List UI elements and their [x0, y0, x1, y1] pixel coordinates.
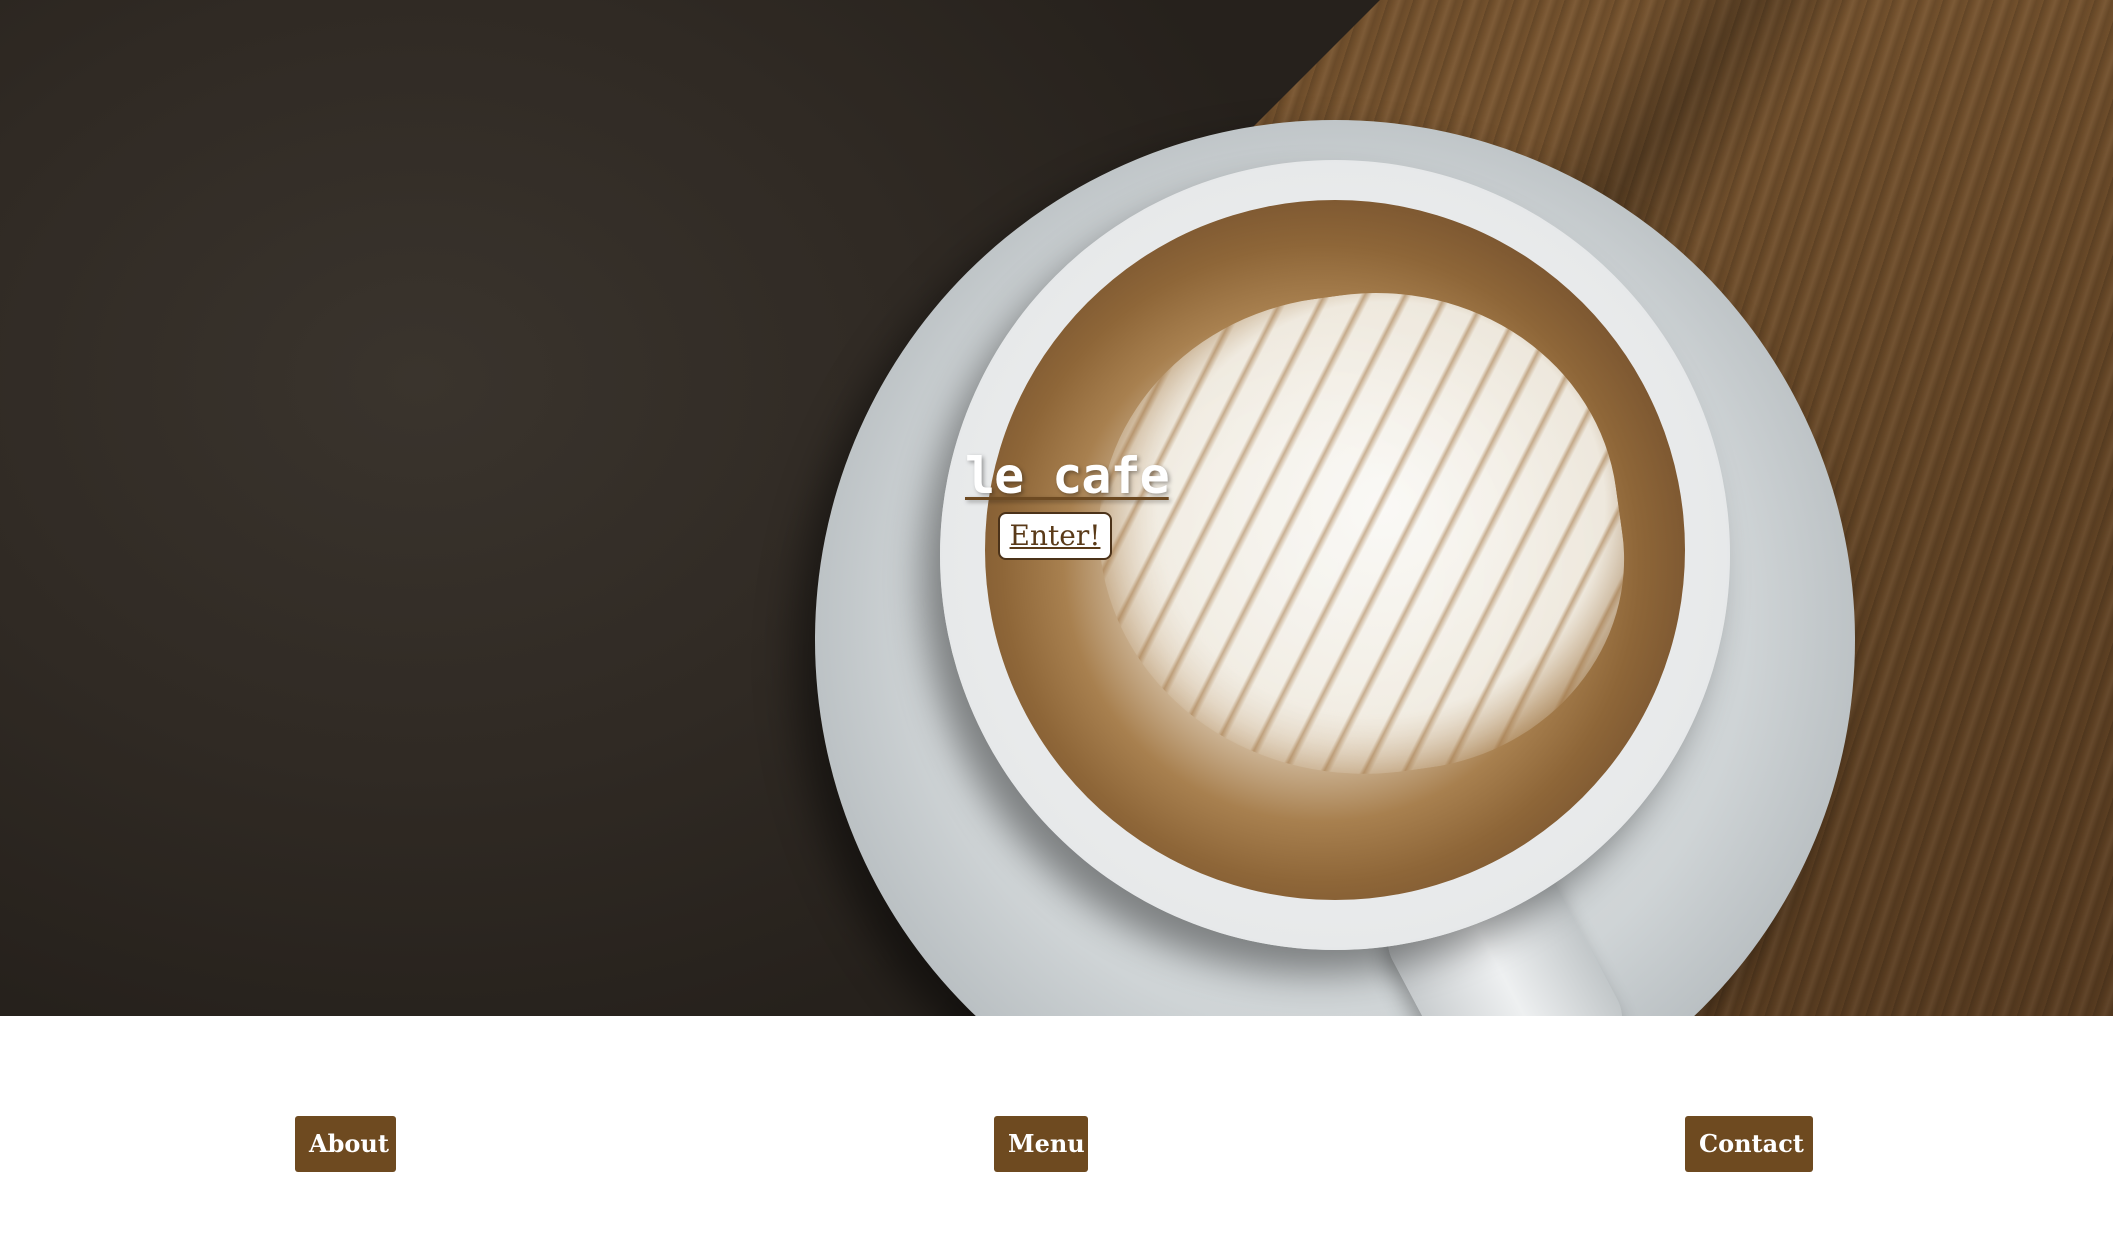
main-nav: About Menu Contact [0, 1116, 2113, 1172]
hero-banner: le cafe Enter! [0, 0, 2113, 1016]
nav-contact-button[interactable]: Contact [1685, 1116, 1813, 1172]
nav-menu-button[interactable]: Menu [994, 1116, 1088, 1172]
hero-content: le cafe Enter! [965, 446, 1170, 560]
site-title[interactable]: le cafe [965, 446, 1170, 506]
nav-about-button[interactable]: About [295, 1116, 396, 1172]
enter-button[interactable]: Enter! [997, 512, 1113, 560]
